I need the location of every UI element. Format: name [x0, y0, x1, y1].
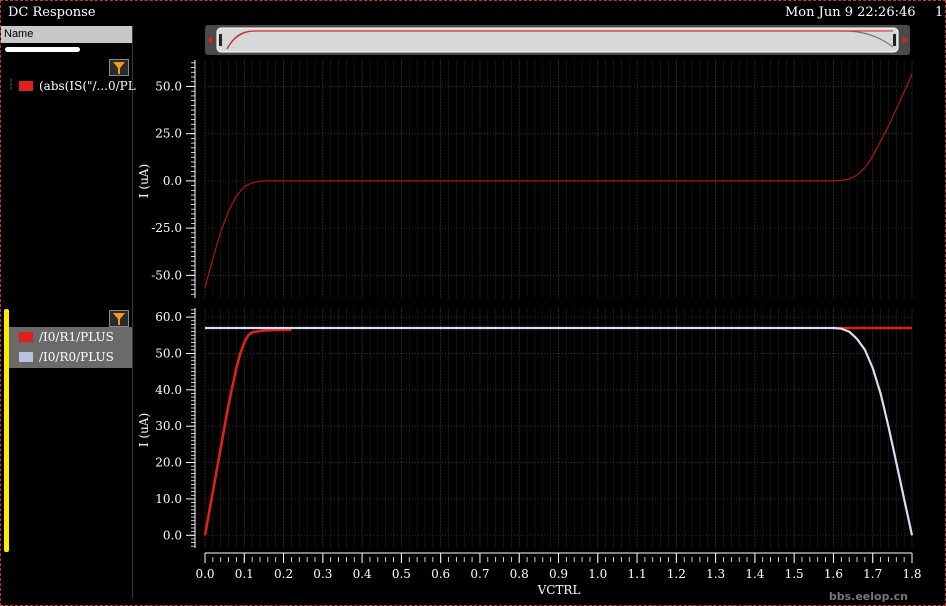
y-tick-label: 0.0 [163, 174, 182, 188]
x-tick-label: 0.9 [549, 567, 568, 581]
plot-area: -50.0 -25.0 0.0 25.0 50.0 0.0 10.0 20.0 30.0 40.… [137, 60, 922, 603]
x-axis-label: VCTRL [537, 583, 581, 597]
y-tick-label: 20.0 [155, 456, 182, 470]
x-tick-label: 1.4 [745, 567, 764, 581]
x-tick-label: 1.0 [588, 567, 607, 581]
x-tick-label: 0.1 [235, 567, 254, 581]
x-tick-label: 1.7 [863, 567, 882, 581]
y-tick-label: 50.0 [155, 79, 182, 93]
x-tick-label: 0.4 [353, 567, 372, 581]
y-tick-label: 40.0 [155, 383, 182, 397]
watermark: bbs.eelop.cn [829, 590, 908, 603]
y-tick-label: -50.0 [151, 268, 182, 282]
y-tick-label: 50.0 [155, 346, 182, 360]
x-tick-label: 0.8 [510, 567, 529, 581]
y-tick-label: 30.0 [155, 419, 182, 433]
x-tick-label: 1.2 [667, 567, 686, 581]
y-tick-label: -25.0 [151, 221, 182, 235]
x-tick-label: 1.6 [824, 567, 843, 581]
y-tick-label: 0.0 [163, 528, 182, 542]
x-tick-label: 0.5 [392, 567, 411, 581]
top-y-axis-label: I (uA) [137, 164, 151, 198]
x-tick-label: 0.7 [470, 567, 489, 581]
x-tick-label: 0.3 [313, 567, 332, 581]
y-tick-label: 10.0 [155, 492, 182, 506]
x-tick-label: 1.3 [706, 567, 725, 581]
x-tick-label: 1.1 [628, 567, 647, 581]
x-tick-label: 1.8 [902, 567, 921, 581]
top-plot-panel[interactable]: -50.0 -25.0 0.0 25.0 50.0 [151, 60, 913, 298]
bottom-y-axis-label: I (uA) [137, 413, 151, 447]
x-tick-label: 1.5 [785, 567, 804, 581]
x-tick-label: 0.2 [274, 567, 293, 581]
y-tick-label: 25.0 [155, 127, 182, 141]
x-tick-label: 0.0 [195, 567, 214, 581]
series-line [203, 328, 292, 536]
y-tick-label: 60.0 [155, 310, 182, 324]
bottom-plot-panel[interactable]: 0.0 10.0 20.0 30.0 40.0 50.0 60.0 0.0 0.1 0.2 0.3 0… [155, 308, 922, 581]
x-tick-label: 0.6 [431, 567, 450, 581]
